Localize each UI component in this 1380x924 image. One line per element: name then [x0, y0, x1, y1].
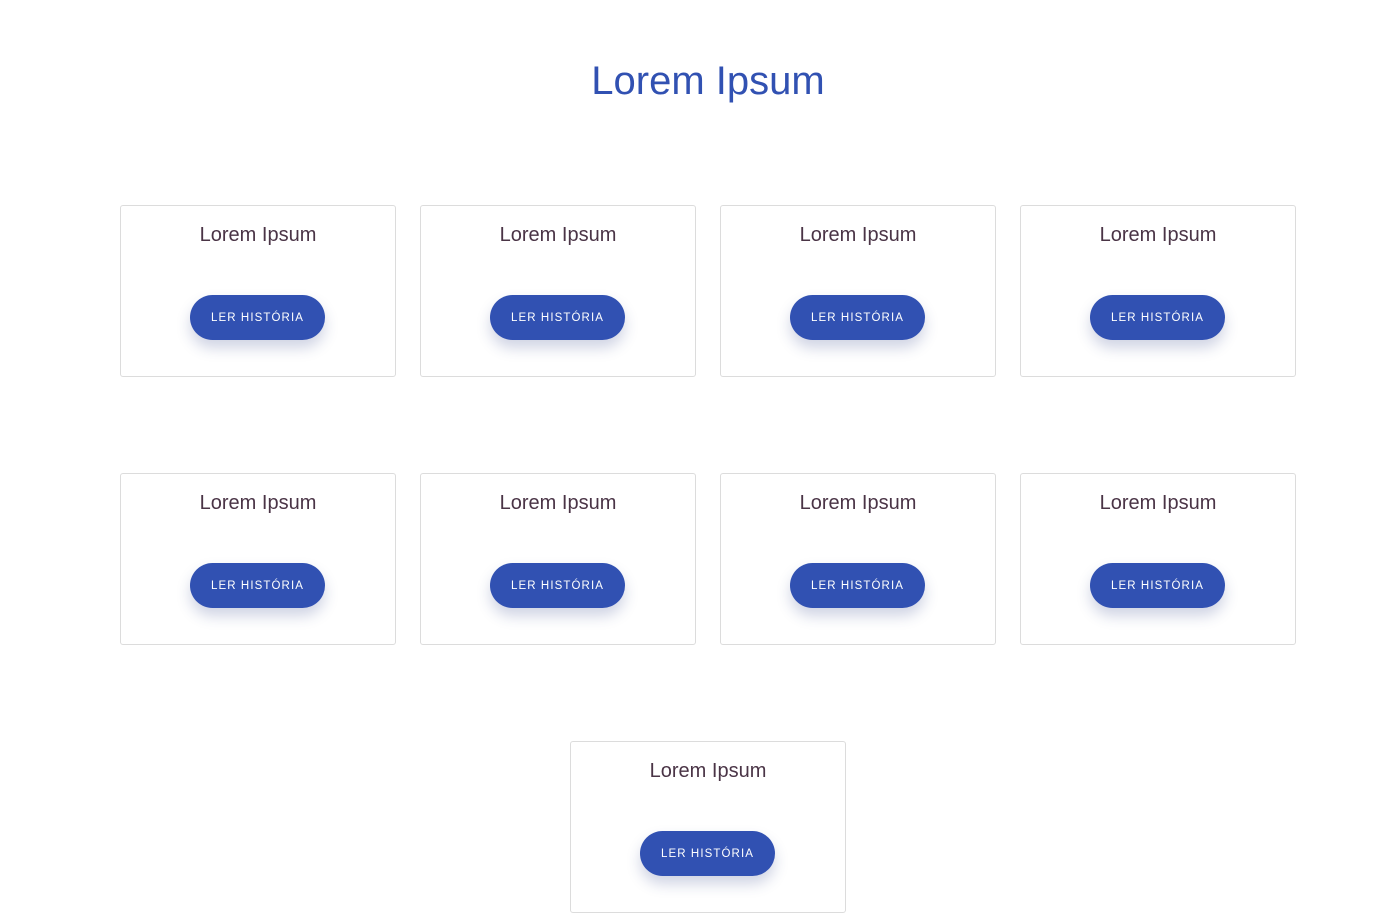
story-card-title: Lorem Ipsum [799, 492, 917, 514]
read-story-button[interactable]: LER HISTÓRIA [490, 295, 625, 340]
page: Lorem Ipsum Lorem Ipsum LER HISTÓRIA Lor… [0, 0, 1380, 924]
read-story-button[interactable]: LER HISTÓRIA [1090, 295, 1225, 340]
read-story-button[interactable]: LER HISTÓRIA [790, 563, 925, 608]
story-card-title: Lorem Ipsum [1099, 492, 1217, 514]
read-story-button[interactable]: LER HISTÓRIA [1090, 563, 1225, 608]
story-card-title: Lorem Ipsum [649, 760, 767, 782]
story-card: Lorem Ipsum LER HISTÓRIA [1020, 205, 1296, 377]
story-card: Lorem Ipsum LER HISTÓRIA [420, 205, 696, 377]
story-card: Lorem Ipsum LER HISTÓRIA [570, 741, 846, 913]
story-card-title: Lorem Ipsum [199, 224, 317, 246]
story-card: Lorem Ipsum LER HISTÓRIA [720, 473, 996, 645]
read-story-button[interactable]: LER HISTÓRIA [490, 563, 625, 608]
read-story-button[interactable]: LER HISTÓRIA [640, 831, 775, 876]
read-story-button[interactable]: LER HISTÓRIA [190, 295, 325, 340]
story-card: Lorem Ipsum LER HISTÓRIA [1020, 473, 1296, 645]
story-card: Lorem Ipsum LER HISTÓRIA [120, 473, 396, 645]
story-card-title: Lorem Ipsum [199, 492, 317, 514]
story-card-title: Lorem Ipsum [799, 224, 917, 246]
story-card-title: Lorem Ipsum [1099, 224, 1217, 246]
story-card: Lorem Ipsum LER HISTÓRIA [720, 205, 996, 377]
read-story-button[interactable]: LER HISTÓRIA [790, 295, 925, 340]
story-card: Lorem Ipsum LER HISTÓRIA [420, 473, 696, 645]
read-story-button[interactable]: LER HISTÓRIA [190, 563, 325, 608]
story-card-title: Lorem Ipsum [499, 224, 617, 246]
page-title: Lorem Ipsum [591, 59, 825, 103]
story-card: Lorem Ipsum LER HISTÓRIA [120, 205, 396, 377]
story-card-title: Lorem Ipsum [499, 492, 617, 514]
